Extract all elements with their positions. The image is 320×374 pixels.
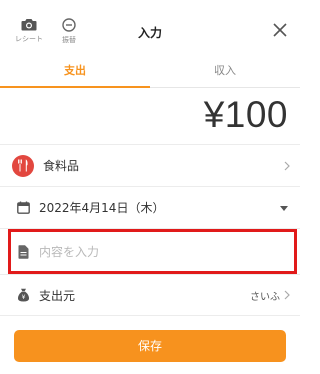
money-bag-icon: ¥ <box>16 288 30 302</box>
chevron-right-icon <box>284 161 290 170</box>
tab-bar: 支出 収入 <box>0 58 300 88</box>
tab-expense[interactable]: 支出 <box>0 58 150 88</box>
source-row[interactable]: ¥ 支出元 さいふ <box>0 274 300 316</box>
tab-income[interactable]: 収入 <box>150 58 300 88</box>
date-row[interactable]: 2022年4月14日（木） <box>0 186 300 228</box>
receipt-label: レシート <box>15 35 43 43</box>
memo-input[interactable] <box>39 244 259 259</box>
receipt-button[interactable]: レシート <box>12 18 46 44</box>
camera-icon <box>21 19 37 31</box>
fork-knife-icon <box>12 154 34 177</box>
header: レシート 振替 入力 <box>0 0 300 58</box>
amount-display[interactable]: ¥100 <box>204 94 288 136</box>
close-icon[interactable] <box>272 22 288 38</box>
calendar-icon <box>16 201 30 215</box>
date-label: 2022年4月14日（木） <box>39 201 165 215</box>
transfer-icon <box>62 18 76 32</box>
chevron-right-icon <box>284 290 290 300</box>
transfer-label: 振替 <box>62 36 76 44</box>
transfer-button[interactable]: 振替 <box>52 18 86 45</box>
save-button[interactable]: 保存 <box>14 330 286 362</box>
source-value: さいふ <box>250 291 280 303</box>
source-label: 支出元 <box>39 288 76 303</box>
category-label: 食料品 <box>43 159 80 173</box>
category-row[interactable]: 食料品 <box>0 144 300 186</box>
svg-text:¥: ¥ <box>21 294 25 301</box>
memo-row[interactable] <box>0 228 300 274</box>
dropdown-caret-icon <box>280 205 288 211</box>
document-icon <box>16 244 30 259</box>
